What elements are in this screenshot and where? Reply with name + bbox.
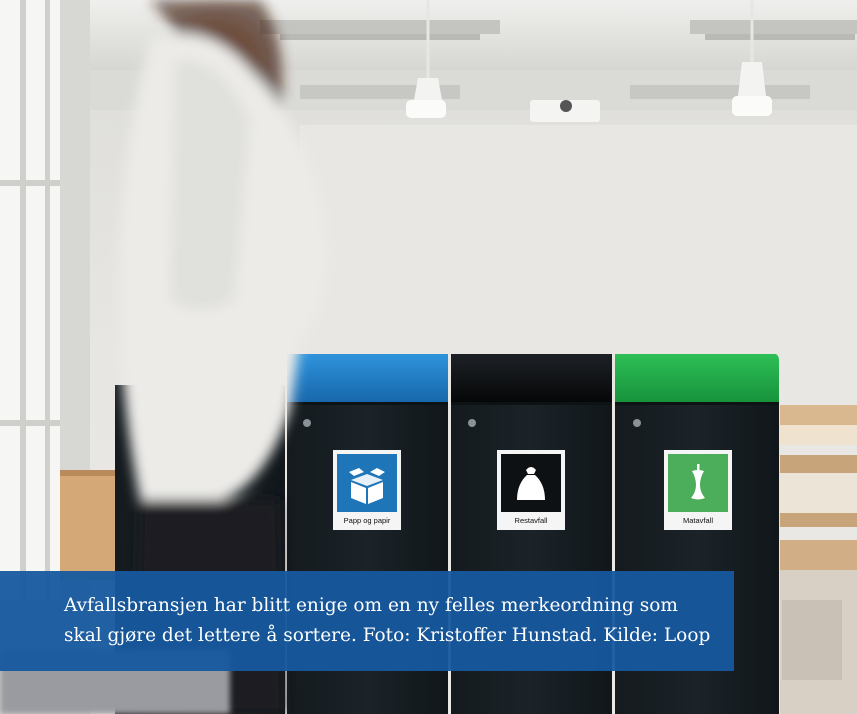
caption-line-1: Avfallsbransjen har blitt enige om en ny… [64,595,678,616]
photo-caption: Avfallsbransjen har blitt enige om en ny… [0,571,734,671]
caption-line-2: skal gjøre det lettere å sortere. Foto: … [64,625,711,646]
